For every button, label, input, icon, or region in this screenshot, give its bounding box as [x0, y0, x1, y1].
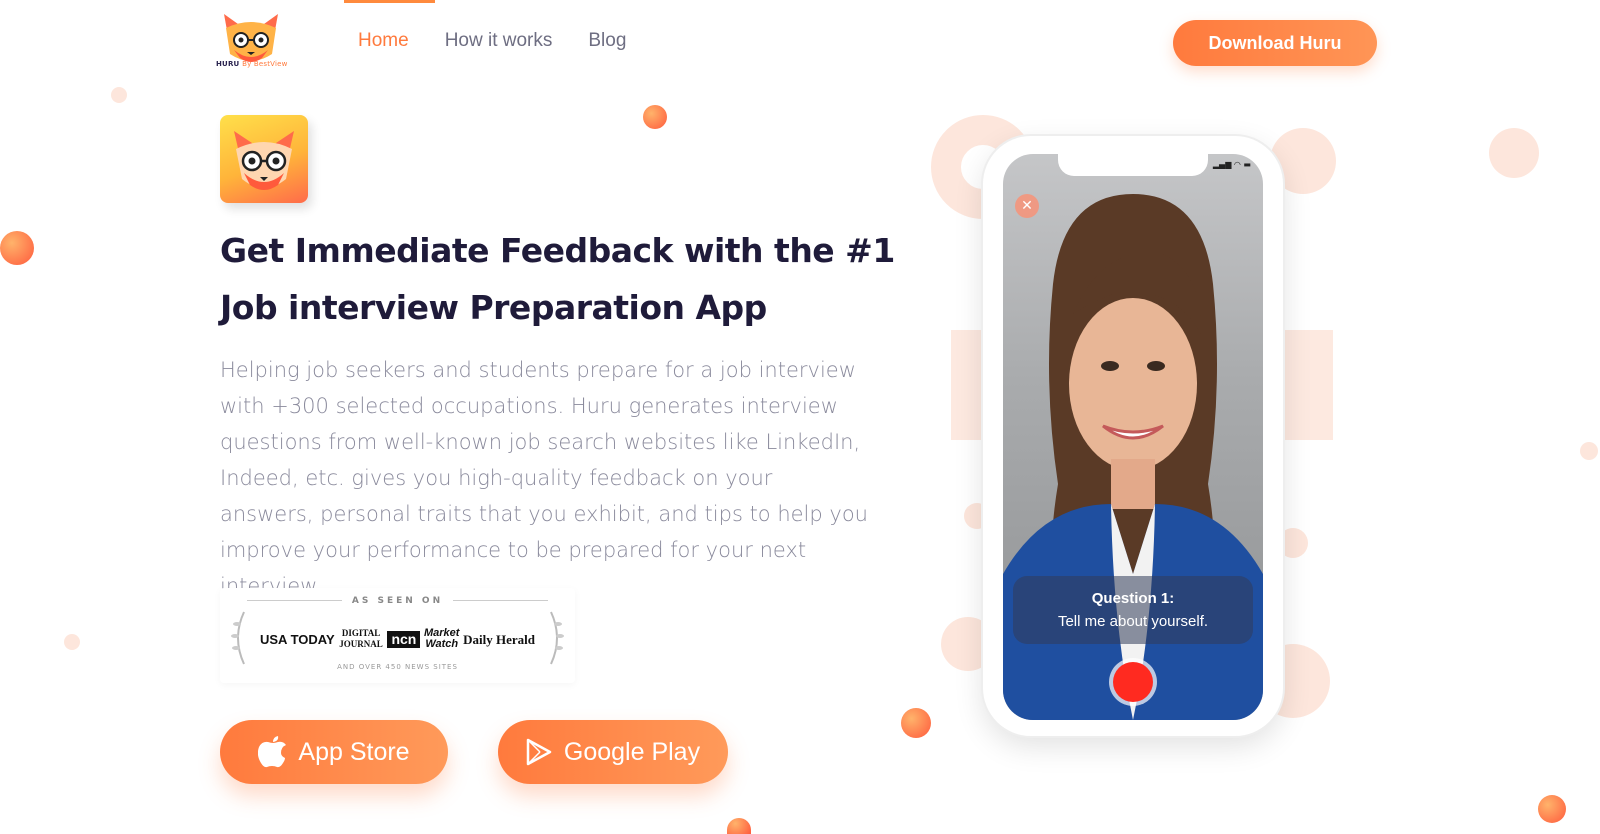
- question-text: Tell me about yourself.: [1057, 613, 1209, 630]
- fox-face-icon: [234, 131, 294, 190]
- google-play-button[interactable]: Google Play: [498, 720, 728, 784]
- decor-dot: [1580, 442, 1598, 460]
- record-button[interactable]: [1113, 662, 1153, 702]
- nav-item-how-it-works[interactable]: How it works: [427, 0, 571, 52]
- press-logos: USA TODAY DIGITAL JOURNAL ncn Market Wat…: [260, 628, 535, 650]
- laurel-right-icon: [550, 611, 564, 665]
- as-seen-on-badge: AS SEEN ON USA TODAY DIGITAL JOURNAL ncn…: [220, 588, 575, 683]
- phone-mockup: ▂▄▆ ◠ ▬ ✕ Question 1: Tell me about your…: [983, 136, 1283, 736]
- decor-dot: [1538, 795, 1566, 823]
- status-bar-icons: ▂▄▆ ◠ ▬: [1212, 160, 1251, 169]
- decor-dot: [0, 231, 34, 265]
- decor-dot: [901, 708, 931, 738]
- nav-item-blog[interactable]: Blog: [570, 0, 644, 52]
- press-logo-market-watch: Market Watch: [423, 627, 460, 650]
- press-logo-usa-today: USA TODAY: [260, 631, 335, 647]
- press-logo-ncn: ncn: [387, 630, 421, 648]
- decor-dot: [643, 105, 667, 129]
- news-sites-label: AND OVER 450 NEWS SITES: [337, 663, 458, 671]
- apple-icon: [258, 736, 287, 768]
- app-store-button[interactable]: App Store: [220, 720, 448, 784]
- decor-dot: [1489, 128, 1539, 178]
- hero-description: Helping job seekers and students prepare…: [220, 358, 868, 598]
- laurel-left-icon: [231, 611, 245, 665]
- google-play-label: Google Play: [563, 737, 701, 766]
- hero-headline: Get Immediate Feedback with the #1 Job i…: [220, 231, 895, 327]
- decor-dot: [111, 87, 127, 103]
- press-logo-digital-journal: DIGITAL JOURNAL: [339, 628, 383, 649]
- phone-notch: [1058, 154, 1208, 176]
- main-nav: Home How it works Blog: [340, 0, 644, 52]
- nav-item-home[interactable]: Home: [340, 0, 435, 52]
- phone-screen: ▂▄▆ ◠ ▬ ✕ Question 1: Tell me about your…: [1003, 154, 1263, 720]
- close-icon[interactable]: ✕: [1015, 194, 1039, 218]
- decor-dot: [727, 818, 751, 834]
- app-icon: [220, 115, 308, 203]
- as-seen-on-label: AS SEEN ON: [220, 596, 575, 606]
- download-huru-button[interactable]: Download Huru: [1173, 20, 1377, 66]
- question-card: Question 1: Tell me about yourself.: [1013, 576, 1253, 644]
- app-store-label: App Store: [298, 737, 410, 766]
- logo-wordmark: HURU By BestView: [216, 60, 288, 68]
- play-triangle-icon: [526, 738, 552, 766]
- press-logo-daily-herald: Daily Herald: [463, 631, 535, 647]
- question-title: Question 1:: [1091, 590, 1175, 607]
- decor-dot: [64, 634, 80, 650]
